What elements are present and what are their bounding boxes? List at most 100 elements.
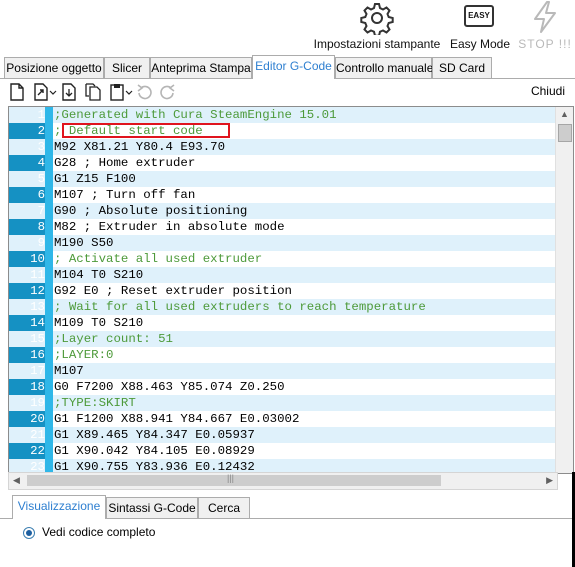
horizontal-scrollbar[interactable]: ◀ ||| ▶ [8,472,558,490]
gcode-line[interactable]: 13 ; Wait for all used extruders to reach… [9,299,555,315]
printer-settings-label: Impostazioni stampante [313,37,441,51]
fold-margin [45,299,53,315]
tab-cerca[interactable]: Cerca [198,497,250,518]
top-toolbar: Impostazioni stampante EASY Easy Mode ST… [0,0,575,54]
fold-margin [45,267,53,283]
fold-margin [45,171,53,187]
fold-margin [45,187,53,203]
gcode-line[interactable]: 21 G1 X89.465 Y84.347 E0.05937 [9,427,555,443]
gcode-line[interactable]: 17 M107 [9,363,555,379]
paste-icon[interactable] [108,83,126,101]
tab-sd-card[interactable]: SD Card [432,57,492,78]
line-number: 16 [30,348,45,362]
gcode-line[interactable]: 4 G28 ; Home extruder [9,155,555,171]
vertical-scrollbar[interactable]: ▲ [555,107,573,473]
fold-margin [45,139,53,155]
gcode-line[interactable]: 22 G1 X90.042 Y84.105 E0.08929 [9,443,555,459]
gcode-editor[interactable]: 1 ;Generated with Cura SteamEngine 15.01 2… [8,106,574,474]
gcode-comment-text: ;Layer count: 51 [54,332,173,346]
line-number: 15 [30,332,45,346]
line-number: 18 [30,380,45,394]
gcode-line[interactable]: 1 ;Generated with Cura SteamEngine 15.01 [9,107,555,123]
gcode-comment-text: ;Generated with Cura SteamEngine 15.01 [54,108,337,122]
scroll-left-arrow-icon[interactable]: ◀ [13,475,20,486]
horizontal-scroll-thumb[interactable]: ||| [27,473,441,486]
gcode-line[interactable]: 11 M104 T0 S210 [9,267,555,283]
fold-margin [45,235,53,251]
gcode-command-text: G1 F1200 X88.941 Y84.667 E0.03002 [54,412,300,426]
fold-margin [45,363,53,379]
vertical-scroll-thumb[interactable] [558,124,572,142]
scroll-right-arrow-icon[interactable]: ▶ [546,475,553,486]
gcode-command-text: G1 Z15 F100 [54,172,136,186]
gcode-command-text: M92 X81.21 Y80.4 E93.70 [54,140,226,154]
save-file-icon[interactable] [60,83,78,101]
tab-visualizzazione[interactable]: Visualizzazione [12,495,106,519]
gcode-line[interactable]: 10 ; Activate all used extruder [9,251,555,267]
gcode-line[interactable]: 5 G1 Z15 F100 [9,171,555,187]
gcode-line[interactable]: 12 G92 E0 ; Reset extruder position [9,283,555,299]
gcode-command-text: M107 ; Turn off fan [54,188,196,202]
tab-controllo-manuale[interactable]: Controllo manuale [335,57,433,78]
line-number: 5 [37,172,45,186]
chevron-down-icon[interactable] [125,83,133,101]
open-file-icon[interactable] [32,83,50,101]
line-number: 2 [37,124,45,138]
gcode-line[interactable]: 16 ;LAYER:0 [9,347,555,363]
fold-margin [45,379,53,395]
gcode-comment-text: ; Activate all used extruder [54,252,263,266]
redo-icon[interactable] [158,83,176,101]
show-full-code-label: Vedi codice completo [42,525,156,539]
fold-margin [45,427,53,443]
tab-editor-gcode[interactable]: Editor G-Code [252,55,335,79]
fold-margin [45,123,53,139]
gcode-line[interactable]: 3 M92 X81.21 Y80.4 E93.70 [9,139,555,155]
new-file-icon[interactable] [8,83,26,101]
line-number: 21 [30,428,45,442]
gcode-line[interactable]: 15 ;Layer count: 51 [9,331,555,347]
tab-anteprima-stampa[interactable]: Anteprima Stampa [150,57,252,78]
gcode-line[interactable]: 20 G1 F1200 X88.941 Y84.667 E0.03002 [9,411,555,427]
gcode-command-text: M82 ; Extruder in absolute mode [54,220,285,234]
close-editor-button[interactable]: Chiudi [531,84,565,98]
gcode-line[interactable]: 14 M109 T0 S210 [9,315,555,331]
gcode-command-text: G92 E0 ; Reset extruder position [54,284,292,298]
gcode-line[interactable]: 19 ;TYPE:SKIRT [9,395,555,411]
highlight-box [62,123,230,138]
line-number: 20 [30,412,45,426]
gcode-command-text: G0 F7200 X88.463 Y85.074 Z0.250 [54,380,285,394]
gcode-comment-text: ;LAYER:0 [54,348,114,362]
gcode-command-text: M190 S50 [54,236,114,250]
tab-sintassi-gcode[interactable]: Sintassi G-Code [106,497,198,518]
line-number: 17 [30,364,45,378]
line-number: 7 [37,204,45,218]
gcode-line[interactable]: 6 M107 ; Turn off fan [9,187,555,203]
show-full-code-radio[interactable] [23,527,35,539]
line-number: 3 [37,140,45,154]
line-number: 12 [30,284,45,298]
gcode-comment-text: ;TYPE:SKIRT [54,396,136,410]
scroll-up-arrow-icon[interactable]: ▲ [560,109,569,119]
line-number: 1 [37,108,45,122]
fold-margin [45,443,53,459]
gcode-line[interactable]: 7 G90 ; Absolute positioning [9,203,555,219]
fold-margin [45,315,53,331]
line-number: 14 [30,316,45,330]
gcode-command-text: M109 T0 S210 [54,316,144,330]
stop-label: STOP !!! [518,37,572,51]
gcode-line[interactable]: 8 M82 ; Extruder in absolute mode [9,219,555,235]
undo-icon[interactable] [136,83,154,101]
gcode-command-text: M107 [54,364,84,378]
tab-slicer[interactable]: Slicer [104,57,150,78]
gcode-line[interactable]: 9 M190 S50 [9,235,555,251]
tab-posizione-oggetto[interactable]: Posizione oggetto [4,57,104,78]
easy-mode-button[interactable]: EASY Easy Mode [448,0,512,54]
fold-margin [45,155,53,171]
gcode-line[interactable]: 18 G0 F7200 X88.463 Y85.074 Z0.250 [9,379,555,395]
gear-icon [360,3,394,35]
chevron-down-icon[interactable] [49,83,57,101]
stop-button[interactable]: STOP !!! [516,0,574,54]
printer-settings-button[interactable]: Impostazioni stampante [310,0,444,54]
gcode-command-text: G1 X89.465 Y84.347 E0.05937 [54,428,255,442]
copy-icon[interactable] [84,83,102,101]
